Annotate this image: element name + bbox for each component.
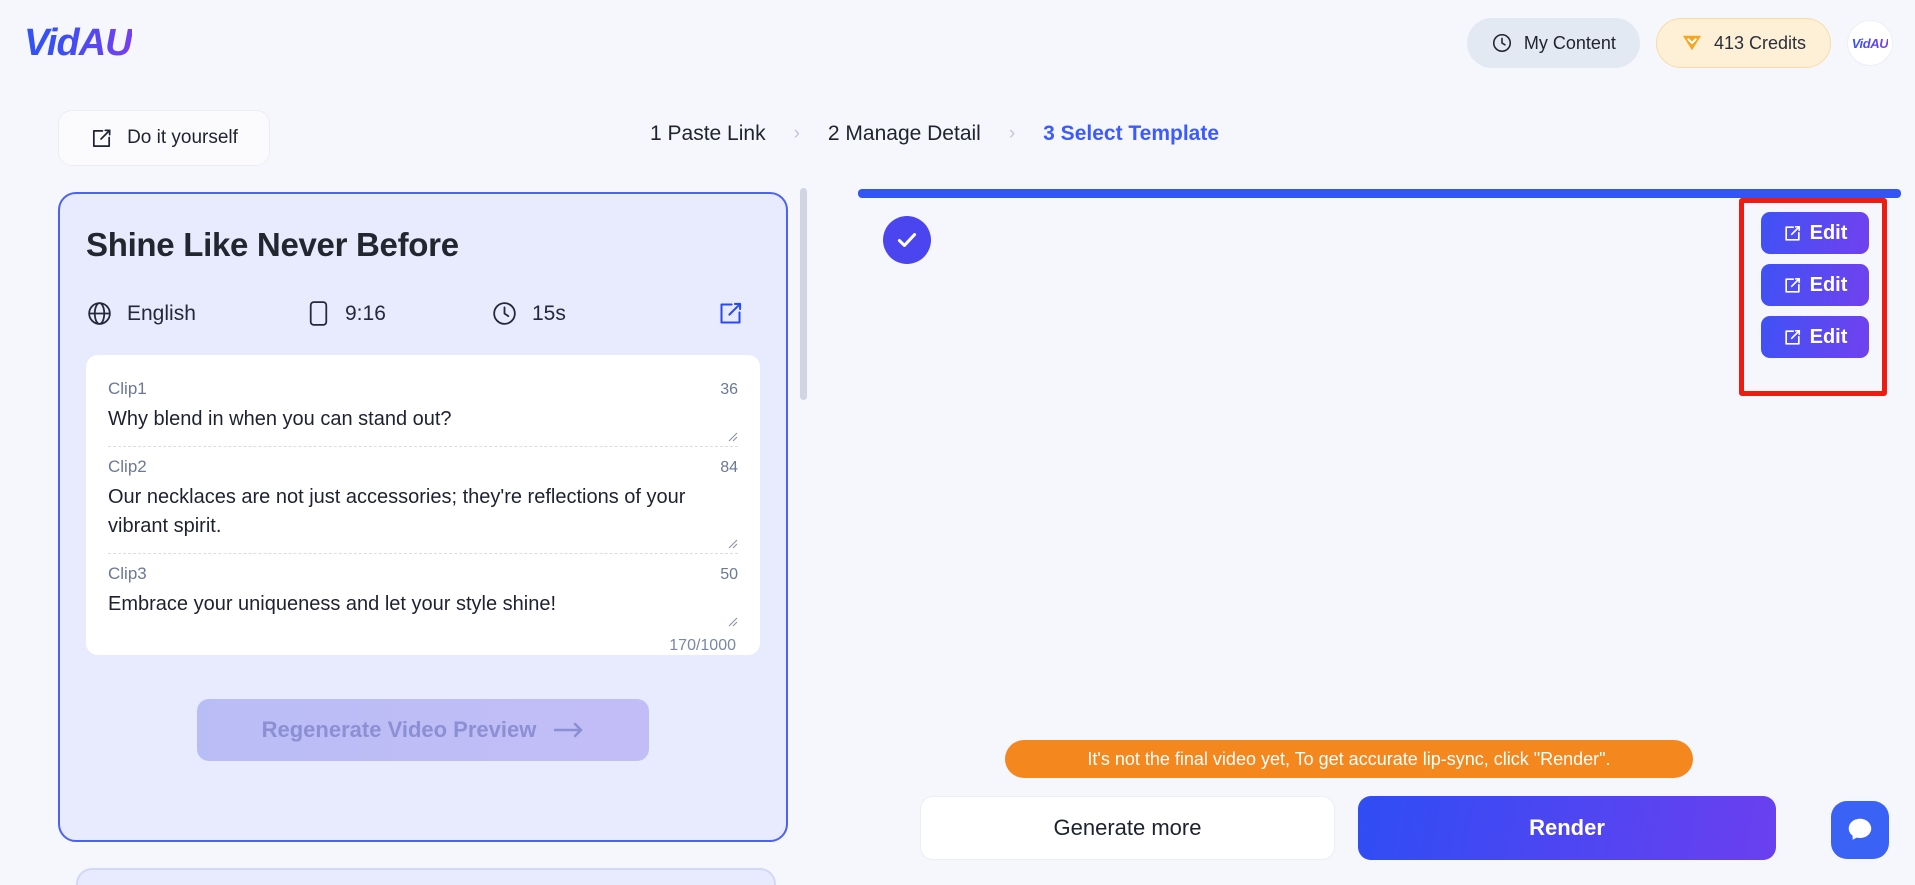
generate-more-label: Generate more [1053, 815, 1202, 840]
clip-label: Clip3 [108, 564, 147, 583]
chat-icon [1845, 815, 1875, 845]
arrow-right-icon [554, 721, 584, 739]
vidau-logo[interactable]: VidAU [24, 22, 133, 65]
edit-square-icon [90, 127, 113, 150]
regenerate-video-preview-button[interactable]: Regenerate Video Preview [197, 699, 649, 761]
lip-sync-notice-label: It's not the final video yet, To get acc… [1087, 748, 1611, 769]
globe-icon [86, 300, 113, 327]
edit-script-icon[interactable] [717, 300, 744, 327]
app-root: VidAU My Content 413 Credits VidAU Do it… [0, 0, 1915, 885]
chevron-right-icon: › [793, 123, 800, 144]
my-content-button[interactable]: My Content [1466, 18, 1640, 68]
lip-sync-notice: It's not the final video yet, To get acc… [1005, 740, 1693, 778]
do-it-yourself-button[interactable]: Do it yourself [58, 110, 270, 166]
edit-button-3[interactable]: Edit [1761, 316, 1869, 358]
breadcrumb: 1 Paste Link › 2 Manage Detail › 3 Selec… [650, 122, 1219, 146]
template-selected-badge[interactable] [883, 216, 931, 264]
clip-text[interactable]: Embrace your uniqueness and let your sty… [108, 590, 738, 619]
edit-button-label: Edit [1809, 273, 1848, 296]
next-script-card-peek[interactable] [76, 868, 776, 885]
meta-aspect-ratio-label: 9:16 [345, 301, 386, 325]
clip-item[interactable]: Clip1 36 Why blend in when you can stand… [108, 369, 738, 446]
my-content-label: My Content [1523, 32, 1616, 53]
clip-char-count: 84 [720, 459, 738, 476]
generate-more-button[interactable]: Generate more [920, 796, 1335, 860]
clip-header: Clip2 84 [108, 457, 738, 477]
do-it-yourself-label: Do it yourself [127, 127, 238, 148]
preview-progress-bar [858, 189, 1901, 198]
meta-language: English [86, 300, 306, 327]
clip-header: Clip1 36 [108, 379, 738, 399]
clock-icon [1491, 32, 1513, 54]
clip-text[interactable]: Our necklaces are not just accessories; … [108, 483, 738, 541]
clock-icon [491, 300, 518, 327]
edit-square-icon [1783, 276, 1802, 295]
edit-button-label: Edit [1809, 221, 1848, 244]
clip-label: Clip2 [108, 457, 147, 476]
resize-handle-icon[interactable] [726, 537, 738, 549]
total-char-count: 170/1000 [669, 637, 736, 654]
header-actions: My Content 413 Credits VidAU [1466, 18, 1893, 68]
edit-buttons-group: Edit Edit Edit [1761, 212, 1869, 358]
meta-aspect-ratio: 9:16 [306, 300, 491, 327]
credits-label: 413 Credits [1713, 32, 1806, 53]
app-header: VidAU My Content 413 Credits VidAU [0, 0, 1915, 88]
edit-square-icon [1783, 224, 1802, 243]
breadcrumb-step-1[interactable]: 1 Paste Link [650, 122, 766, 146]
meta-language-label: English [127, 301, 196, 325]
resize-handle-icon[interactable] [726, 430, 738, 442]
script-title: Shine Like Never Before [86, 226, 459, 263]
edit-button-label: Edit [1809, 325, 1848, 348]
resize-handle-icon[interactable] [726, 615, 738, 627]
clip-label: Clip1 [108, 379, 147, 398]
clip-char-count: 50 [720, 566, 738, 583]
support-chat-button[interactable] [1831, 801, 1889, 859]
clip-text[interactable]: Why blend in when you can stand out? [108, 405, 738, 434]
phone-icon [306, 300, 331, 327]
gem-icon [1681, 33, 1703, 53]
clip-header: Clip3 50 [108, 564, 738, 584]
clip-item[interactable]: Clip2 84 Our necklaces are not just acce… [108, 446, 738, 553]
render-button[interactable]: Render [1358, 796, 1776, 860]
regenerate-label: Regenerate Video Preview [261, 717, 537, 742]
script-meta-row: English 9:16 15s [86, 300, 760, 327]
left-panel-scrollbar[interactable] [800, 188, 807, 400]
avatar[interactable]: VidAU [1847, 20, 1893, 66]
chevron-right-icon: › [1008, 123, 1016, 144]
edit-button-2[interactable]: Edit [1761, 264, 1869, 306]
breadcrumb-step-3[interactable]: 3 Select Template [1043, 122, 1219, 146]
render-label: Render [1529, 815, 1605, 840]
breadcrumb-step-2[interactable]: 2 Manage Detail [828, 122, 981, 146]
meta-duration: 15s [491, 300, 566, 327]
clip-char-count: 36 [720, 381, 738, 398]
script-card: Shine Like Never Before English 9:16 15s… [58, 192, 788, 842]
credits-button[interactable]: 413 Credits [1655, 18, 1831, 68]
clip-item[interactable]: Clip3 50 Embrace your uniqueness and let… [108, 553, 738, 631]
check-icon [894, 227, 920, 253]
avatar-label: VidAU [1851, 35, 1889, 51]
edit-button-1[interactable]: Edit [1761, 212, 1869, 254]
clips-list: Clip1 36 Why blend in when you can stand… [86, 355, 760, 655]
meta-duration-label: 15s [532, 301, 566, 325]
edit-square-icon [1783, 328, 1802, 347]
